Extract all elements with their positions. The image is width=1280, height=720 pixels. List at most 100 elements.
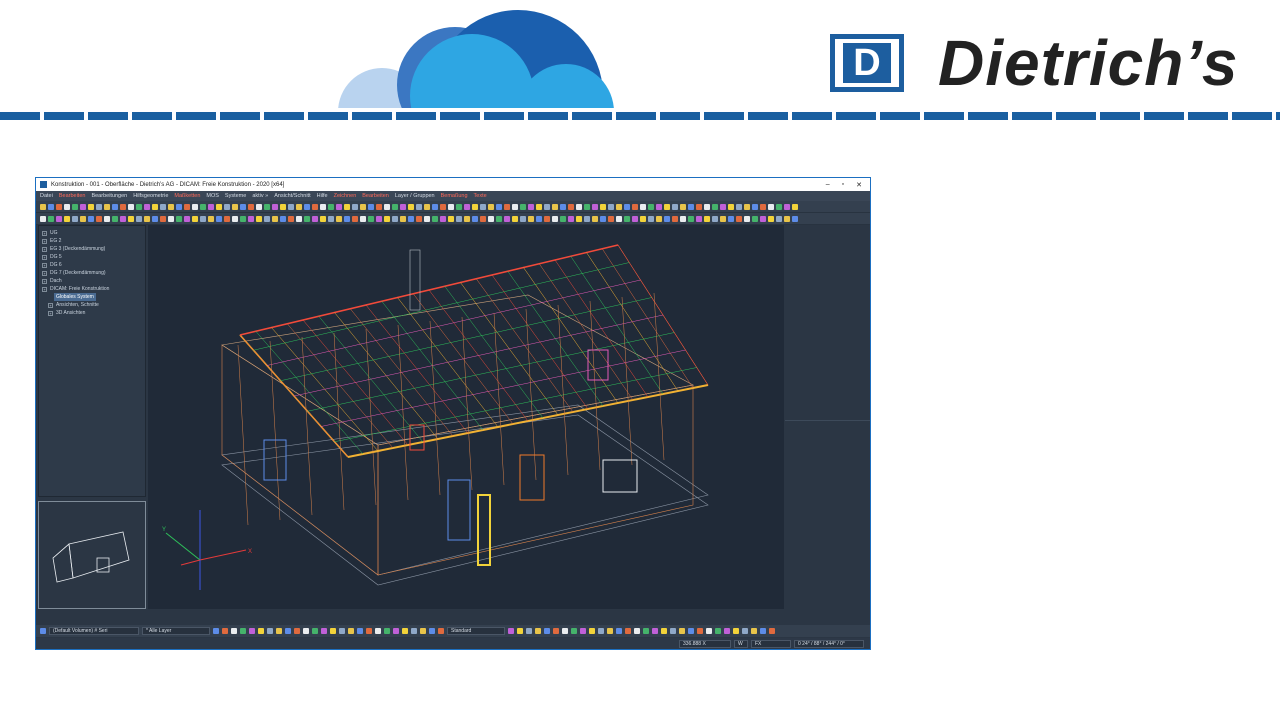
tool-icon[interactable] [456, 203, 462, 210]
tool-icon[interactable] [679, 628, 685, 634]
tool-icon[interactable] [504, 215, 510, 222]
tool-icon[interactable] [264, 215, 270, 222]
tool-icon[interactable] [528, 203, 534, 210]
tool-icon[interactable] [624, 215, 630, 222]
minimize-button[interactable]: – [826, 181, 830, 189]
tool-icon[interactable] [672, 203, 678, 210]
tool-icon[interactable] [248, 203, 254, 210]
tool-icon[interactable] [192, 215, 198, 222]
tree-item[interactable]: + Dach [42, 277, 142, 285]
tool-icon[interactable] [568, 203, 574, 210]
tool-icon[interactable] [400, 203, 406, 210]
tool-icon[interactable] [360, 215, 366, 222]
tool-icon[interactable] [264, 203, 270, 210]
tool-icon[interactable] [528, 215, 534, 222]
tool-icon[interactable] [480, 203, 486, 210]
tool-icon[interactable] [424, 203, 430, 210]
tool-icon[interactable] [294, 628, 300, 634]
menu-item-10[interactable]: Zeichnen [334, 193, 357, 199]
tool-icon[interactable] [616, 203, 622, 210]
tool-icon[interactable] [584, 215, 590, 222]
tool-icon[interactable] [120, 215, 126, 222]
tree-item[interactable]: + DICAM: Freie Konstruktion [42, 285, 142, 293]
tool-icon[interactable] [136, 203, 142, 210]
tool-icon[interactable] [224, 215, 230, 222]
tool-icon[interactable] [670, 628, 676, 634]
tool-icon[interactable] [411, 628, 417, 634]
tool-icon[interactable] [136, 215, 142, 222]
tool-icon[interactable] [344, 203, 350, 210]
tool-icon[interactable] [160, 203, 166, 210]
tool-icon[interactable] [303, 628, 309, 634]
tree-item[interactable]: + UG [42, 229, 142, 237]
tool-icon[interactable] [768, 215, 774, 222]
maximize-button[interactable]: ▫ [842, 181, 844, 189]
tool-icon[interactable] [384, 203, 390, 210]
tool-icon[interactable] [784, 215, 790, 222]
tool-icon[interactable] [400, 215, 406, 222]
tool-icon[interactable] [232, 203, 238, 210]
tool-icon[interactable] [648, 203, 654, 210]
tool-icon[interactable] [576, 215, 582, 222]
tool-icon[interactable] [720, 203, 726, 210]
tool-icon[interactable] [472, 203, 478, 210]
menu-item-0[interactable]: Datei [40, 193, 53, 199]
tool-icon[interactable] [384, 628, 390, 634]
tool-icon[interactable] [272, 215, 278, 222]
tool-icon[interactable] [696, 215, 702, 222]
tool-icon[interactable] [112, 215, 118, 222]
tool-icon[interactable] [589, 628, 595, 634]
tool-icon[interactable] [408, 203, 414, 210]
tree-item[interactable]: +3D Ansichten [42, 309, 142, 317]
tool-icon[interactable] [496, 215, 502, 222]
tool-icon[interactable] [464, 215, 470, 222]
tree-item[interactable]: + DG 6 [42, 261, 142, 269]
layer-select[interactable]: * Alle Layer [142, 627, 210, 635]
tool-icon[interactable] [408, 215, 414, 222]
tool-icon[interactable] [80, 203, 86, 210]
tool-icon[interactable] [733, 628, 739, 634]
expand-icon[interactable]: + [42, 238, 47, 244]
tool-icon[interactable] [104, 203, 110, 210]
tool-icon[interactable] [576, 203, 582, 210]
tool-icon[interactable] [320, 215, 326, 222]
tool-icon[interactable] [580, 628, 586, 634]
tool-icon[interactable] [72, 203, 78, 210]
tool-icon[interactable] [144, 203, 150, 210]
tool-icon[interactable] [256, 215, 262, 222]
tool-icon[interactable] [288, 215, 294, 222]
tool-icon[interactable] [222, 628, 228, 634]
tool-icon[interactable] [280, 215, 286, 222]
tool-icon[interactable] [360, 203, 366, 210]
tool-icon[interactable] [80, 215, 86, 222]
menu-item-5[interactable]: MOS [206, 193, 219, 199]
tool-icon[interactable] [553, 628, 559, 634]
tool-icon[interactable] [768, 203, 774, 210]
tool-icon[interactable] [608, 203, 614, 210]
tool-icon[interactable] [336, 215, 342, 222]
tool-icon[interactable] [769, 628, 775, 634]
tool-icon[interactable] [213, 628, 219, 634]
tool-icon[interactable] [40, 215, 46, 222]
expand-icon[interactable]: + [48, 302, 53, 308]
tool-icon[interactable] [704, 215, 710, 222]
tool-icon[interactable] [280, 203, 286, 210]
tool-icon[interactable] [661, 628, 667, 634]
tool-icon[interactable] [624, 203, 630, 210]
tool-icon[interactable] [384, 215, 390, 222]
tool-icon[interactable] [440, 215, 446, 222]
tool-icon[interactable] [432, 203, 438, 210]
tool-icon[interactable] [160, 215, 166, 222]
tool-icon[interactable] [776, 215, 782, 222]
tool-icon[interactable] [375, 628, 381, 634]
menu-item-7[interactable]: aktiv » [252, 193, 268, 199]
tool-icon[interactable] [712, 215, 718, 222]
tool-icon[interactable] [652, 628, 658, 634]
tool-icon[interactable] [128, 203, 134, 210]
tool-icon[interactable] [720, 215, 726, 222]
tool-icon[interactable] [472, 215, 478, 222]
expand-icon[interactable]: + [42, 270, 47, 276]
tool-icon[interactable] [640, 203, 646, 210]
tool-icon[interactable] [376, 215, 382, 222]
tool-icon[interactable] [48, 203, 54, 210]
